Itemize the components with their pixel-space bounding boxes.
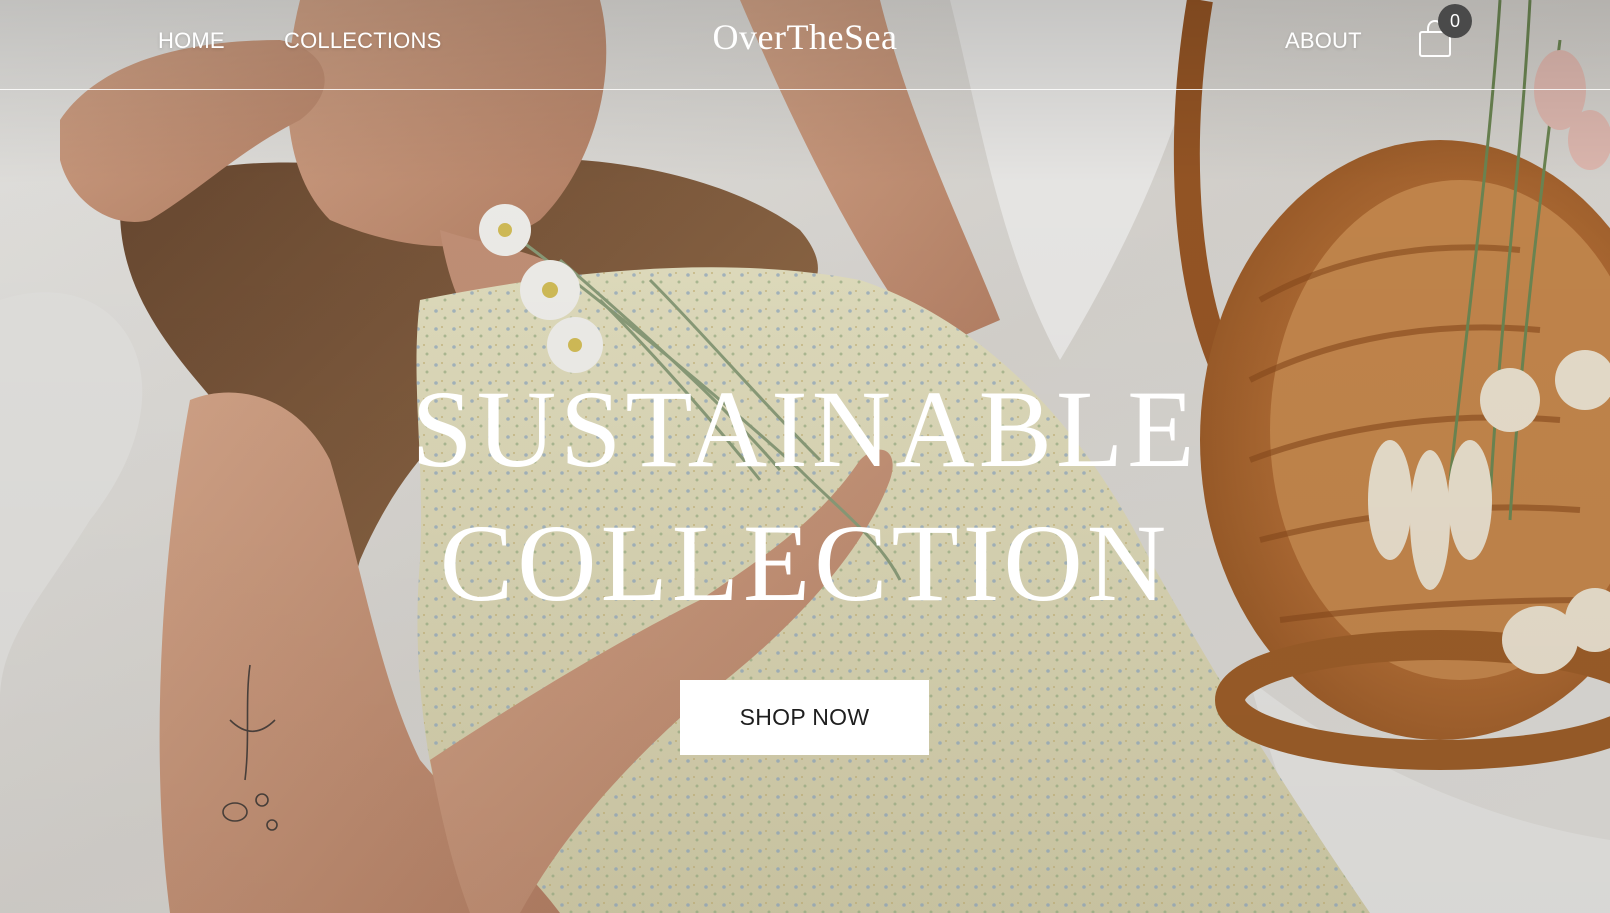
nav-link-home[interactable]: HOME xyxy=(158,28,225,54)
site-header: HOME COLLECTIONS OverTheSea ABOUT 0 xyxy=(0,0,1610,90)
nav-link-about[interactable]: ABOUT xyxy=(1285,28,1362,54)
brand-logo[interactable]: OverTheSea xyxy=(713,17,898,57)
hero-section: HOME COLLECTIONS OverTheSea ABOUT 0 SUST… xyxy=(0,0,1610,913)
nav-link-collections[interactable]: COLLECTIONS xyxy=(284,28,441,54)
shop-now-button[interactable]: SHOP NOW xyxy=(680,680,929,755)
hero-headline: SUSTAINABLE COLLECTION xyxy=(0,362,1610,630)
cart-count-badge: 0 xyxy=(1438,4,1472,38)
hero-headline-line2: COLLECTION xyxy=(439,502,1171,624)
hero-headline-line1: SUSTAINABLE xyxy=(411,368,1199,490)
brand-logo-container: OverTheSea xyxy=(0,16,1610,58)
